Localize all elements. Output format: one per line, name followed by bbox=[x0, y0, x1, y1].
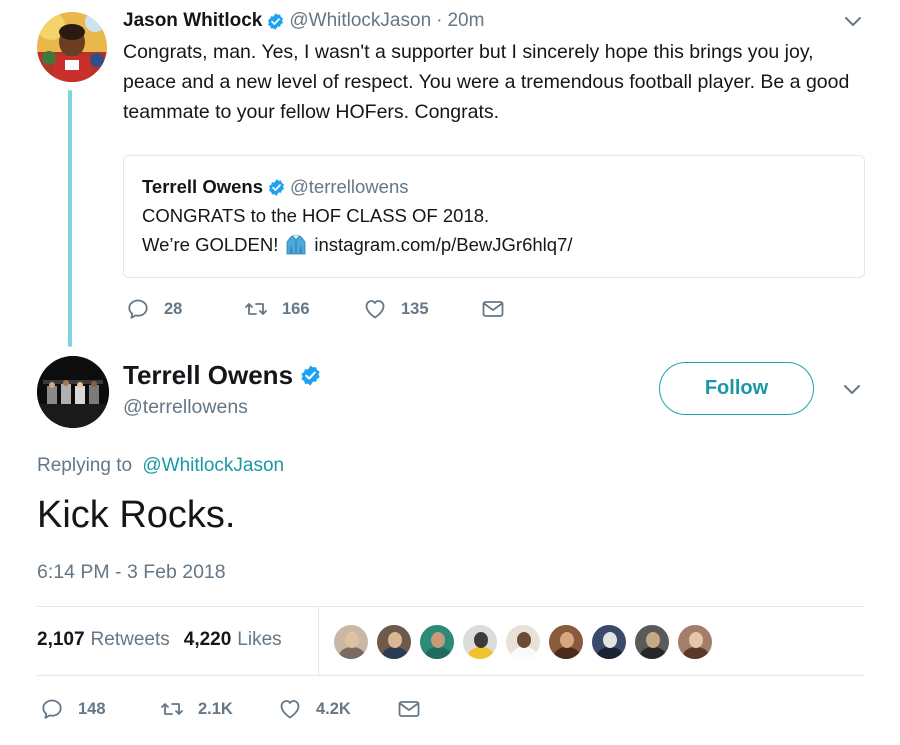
reply-icon bbox=[128, 299, 148, 319]
engagement-stats: 2,107 Retweets 4,220 Likes bbox=[37, 629, 282, 651]
liker-avatar[interactable] bbox=[376, 624, 412, 660]
chevron-down-icon[interactable] bbox=[842, 383, 862, 397]
liker-avatar-face bbox=[474, 632, 488, 648]
liker-avatar-face bbox=[603, 632, 617, 648]
liker-avatar-body bbox=[468, 647, 494, 659]
replying-to-line: Replying to @WhitlockJason bbox=[37, 455, 284, 477]
liker-avatar[interactable] bbox=[333, 624, 369, 660]
quoted-tweet-header: Terrell Owens @terrellowens bbox=[142, 176, 409, 198]
likes-stat-label: Likes bbox=[237, 629, 282, 650]
retweets-stat-count: 2,107 bbox=[37, 629, 85, 650]
liker-avatar[interactable] bbox=[419, 624, 455, 660]
liker-avatar[interactable] bbox=[634, 624, 670, 660]
liker-avatar[interactable] bbox=[591, 624, 627, 660]
quoted-tweet-link[interactable]: instagram.com/p/BewJGr6hlq7/ bbox=[314, 234, 572, 256]
liker-avatar-body bbox=[554, 647, 580, 659]
verified-badge-icon bbox=[268, 12, 284, 30]
divider bbox=[318, 607, 319, 675]
parent-author-handle[interactable]: @WhitlockJason bbox=[289, 10, 431, 32]
likes-stat-count: 4,220 bbox=[183, 629, 232, 650]
liker-avatar[interactable] bbox=[462, 624, 498, 660]
main-tweet-text: Kick Rocks. bbox=[37, 494, 236, 536]
retweet-count: 166 bbox=[282, 299, 310, 318]
main-author-name[interactable]: Terrell Owens bbox=[123, 360, 293, 391]
liker-avatar-face bbox=[345, 632, 359, 648]
reply-icon bbox=[42, 699, 62, 719]
replying-to-label: Replying to bbox=[37, 455, 133, 476]
liker-avatar-face bbox=[431, 632, 445, 648]
avatar-jason-whitlock[interactable] bbox=[37, 12, 107, 82]
liker-avatar-body bbox=[683, 647, 709, 659]
avatar-image bbox=[37, 12, 107, 82]
avatar-terrell-owens[interactable] bbox=[37, 356, 109, 428]
direct-message-action[interactable] bbox=[397, 697, 435, 721]
retweets-stat[interactable]: 2,107 Retweets bbox=[37, 629, 170, 651]
parent-tweet-header: Jason Whitlock @WhitlockJason · 20m bbox=[123, 9, 484, 33]
quoted-tweet-card[interactable]: Terrell Owens @terrellowens CONGRATS to … bbox=[123, 155, 865, 278]
reply-count: 148 bbox=[78, 699, 106, 718]
verified-badge-icon bbox=[268, 178, 285, 196]
likes-stat[interactable]: 4,220 Likes bbox=[184, 629, 282, 651]
liker-avatar[interactable] bbox=[505, 624, 541, 660]
like-count: 4.2K bbox=[316, 699, 351, 718]
retweet-icon bbox=[161, 703, 183, 715]
retweet-count: 2.1K bbox=[198, 699, 233, 718]
like-action[interactable]: 135 bbox=[363, 297, 429, 321]
avatar-image bbox=[37, 356, 109, 428]
quoted-tweet-line-1: CONGRATS to the HOF CLASS OF 2018. bbox=[142, 205, 490, 226]
liker-avatar-face bbox=[388, 632, 402, 648]
quoted-tweet-line-2: We’re GOLDEN! instagram.com/p/BewJGr6hlq… bbox=[142, 233, 572, 257]
main-author-handle[interactable]: @terrellowens bbox=[123, 396, 248, 419]
quoted-tweet-text: We’re GOLDEN! bbox=[142, 234, 279, 255]
envelope-icon bbox=[398, 701, 420, 717]
heart-icon bbox=[365, 300, 385, 319]
liker-avatar-face bbox=[689, 632, 703, 648]
reply-count: 28 bbox=[164, 299, 183, 318]
retweet-action[interactable]: 166 bbox=[244, 297, 310, 321]
liker-avatar[interactable] bbox=[677, 624, 713, 660]
jacket-icon bbox=[286, 235, 306, 255]
replying-to-handle-link[interactable]: @WhitlockJason bbox=[142, 455, 284, 476]
parent-author-name[interactable]: Jason Whitlock bbox=[123, 10, 262, 32]
envelope-icon bbox=[482, 301, 504, 317]
main-author-row: Terrell Owens bbox=[123, 360, 322, 391]
direct-message-action[interactable] bbox=[481, 297, 519, 321]
divider bbox=[37, 606, 865, 607]
liker-avatars bbox=[333, 624, 720, 660]
quoted-author-handle: @terrellowens bbox=[289, 176, 409, 197]
liker-avatar-body bbox=[339, 647, 365, 659]
liker-avatar-body bbox=[425, 647, 451, 659]
heart-icon bbox=[280, 700, 300, 719]
liker-avatar-body bbox=[597, 647, 623, 659]
chevron-down-icon[interactable] bbox=[843, 15, 863, 29]
parent-tweet-text: Congrats, man. Yes, I wasn't a supporter… bbox=[123, 41, 850, 123]
thread-connector-line bbox=[68, 90, 72, 347]
divider bbox=[37, 675, 865, 676]
main-tweet-timestamp[interactable]: 6:14 PM - 3 Feb 2018 bbox=[37, 561, 226, 584]
quoted-author-name: Terrell Owens bbox=[142, 176, 263, 197]
retweet-icon bbox=[245, 303, 267, 315]
liker-avatar-body bbox=[382, 647, 408, 659]
liker-avatar[interactable] bbox=[548, 624, 584, 660]
separator-dot: · bbox=[436, 10, 443, 31]
like-action[interactable]: 4.2K bbox=[278, 697, 351, 721]
follow-button[interactable]: Follow bbox=[659, 362, 814, 415]
parent-tweet-time[interactable]: 20m bbox=[447, 10, 484, 32]
reply-action[interactable]: 28 bbox=[126, 297, 182, 321]
verified-badge-icon bbox=[301, 365, 320, 386]
like-count: 135 bbox=[401, 299, 429, 318]
retweet-action[interactable]: 2.1K bbox=[160, 697, 233, 721]
reply-action[interactable]: 148 bbox=[40, 697, 106, 721]
liker-avatar-body bbox=[640, 647, 666, 659]
liker-avatar-body bbox=[511, 647, 537, 659]
liker-avatar-face bbox=[646, 632, 660, 648]
liker-avatar-face bbox=[560, 632, 574, 648]
retweets-stat-label: Retweets bbox=[90, 629, 170, 650]
liker-avatar-face bbox=[517, 632, 531, 648]
